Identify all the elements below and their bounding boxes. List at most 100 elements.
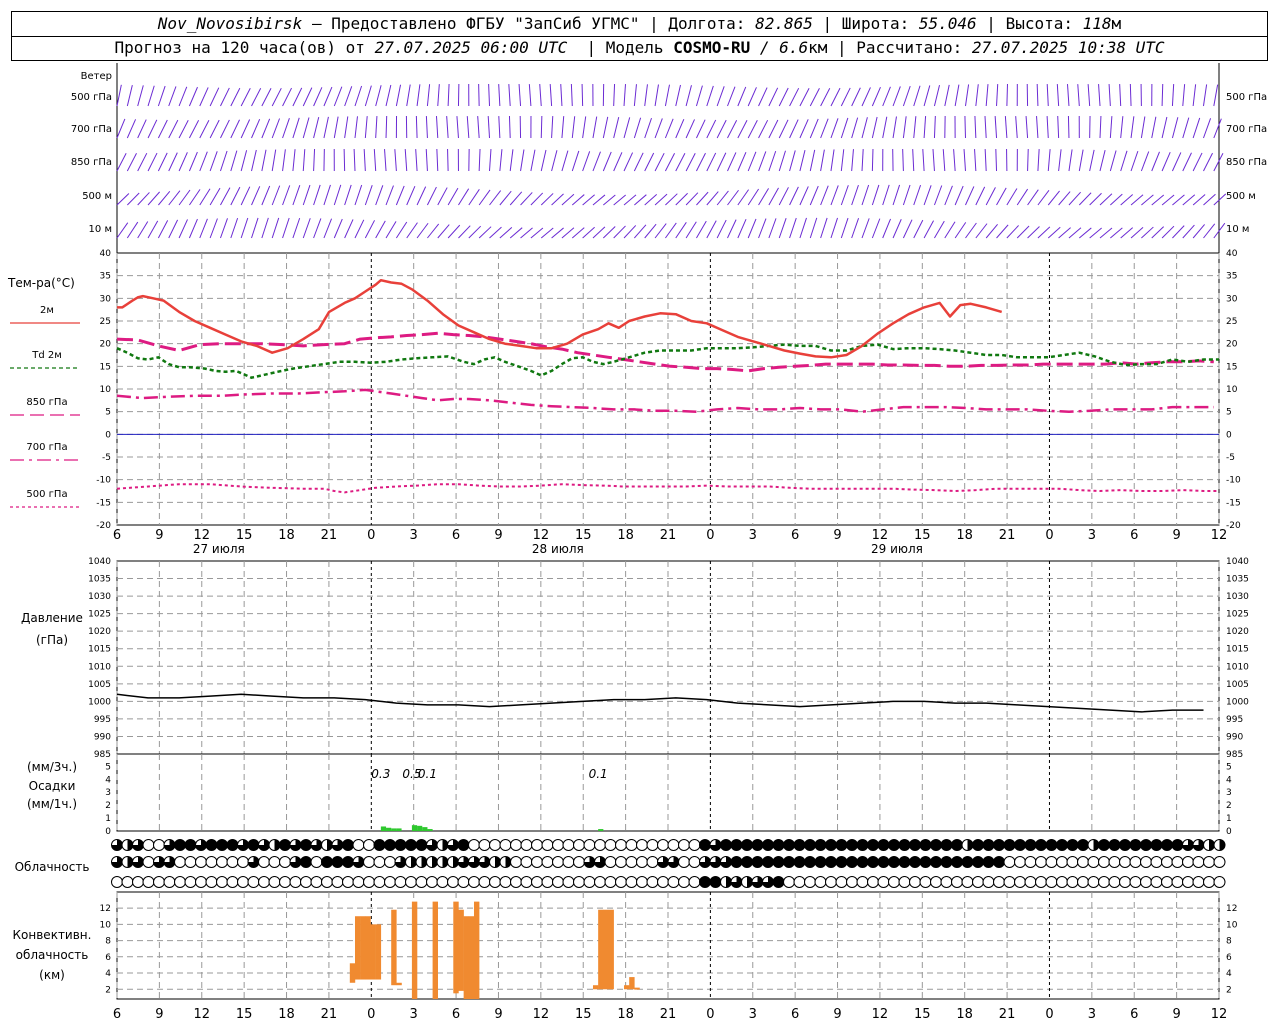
- wind-barb: [581, 84, 584, 107]
- wind-barb: [1120, 150, 1128, 172]
- cloud-symbol: [1024, 876, 1037, 888]
- time-tick-bottom: 6: [1130, 1007, 1138, 1022]
- time-tick-bottom: 9: [1172, 1007, 1180, 1022]
- cloud-symbol: [720, 856, 732, 868]
- conv-ytick-left: 2: [105, 985, 111, 995]
- cloud-symbol: [783, 856, 795, 868]
- cloud-symbol: [426, 876, 438, 888]
- wind-barb: [1046, 116, 1049, 139]
- wind-level-label-left: 700 гПа: [71, 124, 112, 135]
- conv-title-line: Конвективн.: [13, 928, 92, 942]
- cloud-symbol: [688, 856, 701, 868]
- wind-barb: [1151, 151, 1160, 172]
- cloud-symbol: [321, 876, 333, 888]
- temp-ytick-left: 10: [100, 385, 112, 395]
- wind-barb: [840, 87, 851, 107]
- wind-barb: [975, 186, 986, 206]
- pressure-ytick-right: 1025: [1226, 610, 1249, 620]
- wind-barb: [644, 223, 657, 239]
- cloud-symbol: [1213, 856, 1226, 868]
- cloud-symbol: [468, 856, 480, 868]
- cloud-symbol: [384, 839, 396, 851]
- wind-barb: [633, 84, 637, 107]
- cloud-symbol: [1014, 876, 1026, 888]
- wind-barb: [416, 222, 429, 239]
- wind-barb: [1068, 227, 1082, 239]
- wind-barb: [344, 219, 354, 239]
- pressure-ytick-left: 1030: [88, 592, 111, 602]
- wind-barb: [1203, 152, 1213, 172]
- cloud-symbol: [961, 856, 974, 868]
- cloud-symbol: [426, 856, 438, 868]
- wind-barb: [1109, 150, 1117, 172]
- wind-barb: [778, 187, 789, 206]
- time-tick-bottom: 21: [321, 1007, 338, 1022]
- wind-barb: [404, 149, 408, 172]
- wind-barb: [809, 149, 816, 172]
- cloud-symbol: [205, 839, 218, 851]
- cloud-symbol: [373, 876, 386, 888]
- wind-barb: [778, 150, 786, 172]
- cloud-symbol: [888, 876, 900, 888]
- cloud-symbol: [363, 839, 375, 851]
- wind-barb: [199, 188, 211, 206]
- temp-ytick-right: 0: [1226, 430, 1232, 440]
- time-tick: 12: [872, 528, 889, 543]
- conv-bar: [365, 916, 371, 980]
- wind-barb: [758, 151, 767, 172]
- time-tick: 0: [367, 528, 375, 543]
- pressure-ytick-left: 1020: [88, 627, 111, 637]
- cloud-symbol: [972, 839, 984, 851]
- cloud-symbol: [1014, 856, 1026, 868]
- cloud-symbol: [604, 856, 617, 868]
- cloud-symbol: [835, 839, 848, 851]
- cloud-symbol: [321, 839, 333, 851]
- wind-barb: [882, 218, 892, 239]
- wind-barb: [1006, 225, 1019, 239]
- wind-barb: [188, 218, 198, 239]
- wind-barb: [147, 152, 158, 172]
- wind-barb: [520, 149, 525, 172]
- cloud-symbol: [919, 856, 932, 868]
- wind-barb: [126, 221, 139, 239]
- conv-bar: [432, 901, 438, 999]
- time-tick-bottom: 0: [1045, 1007, 1053, 1022]
- conv-ytick-right: 10: [1226, 920, 1238, 930]
- wind-barb: [727, 86, 736, 107]
- wind-barb: [178, 219, 188, 239]
- wind-barb: [395, 185, 405, 206]
- precip-bar: [386, 827, 392, 831]
- precip-ytick-right: 0: [1226, 827, 1232, 837]
- time-tick: 6: [113, 528, 121, 543]
- wind-barb: [343, 148, 346, 172]
- wind-barb: [602, 226, 616, 239]
- cloud-symbol: [741, 856, 753, 868]
- cloud-symbol: [615, 839, 627, 851]
- pressure-ytick-right: 1010: [1226, 662, 1249, 672]
- cloud-symbol: [751, 839, 764, 851]
- time-tick: 3: [749, 528, 757, 543]
- wind-barb: [1192, 84, 1197, 107]
- wind-barb: [996, 84, 999, 107]
- cloud-symbol: [352, 839, 365, 851]
- wind-barb: [323, 218, 333, 239]
- pressure-ytick-left: 1025: [88, 610, 111, 620]
- cloud-symbol: [111, 856, 123, 868]
- cloud-symbol: [804, 839, 816, 851]
- time-tick: 18: [278, 528, 295, 543]
- wind-barb: [230, 87, 241, 107]
- wind-barb: [799, 119, 809, 139]
- cloud-symbol: [258, 856, 270, 868]
- wind-barb: [923, 85, 931, 107]
- cloud-symbol: [993, 856, 1005, 868]
- temp-ytick-left: 15: [100, 362, 111, 372]
- wind-barb: [1120, 116, 1124, 139]
- wind-barb: [468, 225, 482, 239]
- wind-barb: [1108, 84, 1111, 107]
- wind-barb: [799, 217, 807, 239]
- wind-barb: [116, 153, 127, 172]
- cloud-symbol: [877, 839, 890, 851]
- cloud-symbol: [888, 856, 900, 868]
- wind-barb: [944, 185, 953, 206]
- wind-barb: [230, 217, 239, 239]
